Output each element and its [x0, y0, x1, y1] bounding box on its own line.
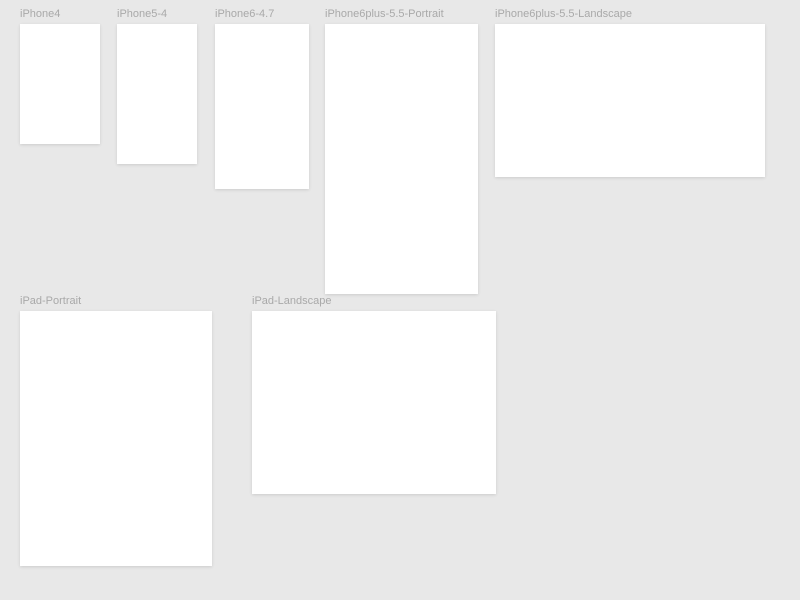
artboard-canvas[interactable] — [20, 24, 100, 144]
artboard-canvas[interactable] — [117, 24, 197, 164]
artboard-label: iPad-Portrait — [20, 295, 212, 307]
artboard-label: iPad-Landscape — [252, 295, 496, 307]
artboard-label: iPhone4 — [20, 8, 100, 20]
artboard-iphone6plus-55-portrait[interactable]: iPhone6plus-5.5-Portrait — [325, 8, 478, 294]
artboard-canvas[interactable] — [20, 311, 212, 566]
artboard-iphone6-47[interactable]: iPhone6-4.7 — [215, 8, 309, 189]
artboard-label: iPhone6-4.7 — [215, 8, 309, 20]
artboard-canvas[interactable] — [252, 311, 496, 494]
artboard-iphone5-4[interactable]: iPhone5-4 — [117, 8, 197, 164]
artboard-label: iPhone6plus-5.5-Portrait — [325, 8, 478, 20]
artboard-canvas[interactable] — [495, 24, 765, 177]
artboard-canvas[interactable] — [325, 24, 478, 294]
artboard-label: iPhone6plus-5.5-Landscape — [495, 8, 765, 20]
artboard-label: iPhone5-4 — [117, 8, 197, 20]
artboard-iphone6plus-55-landscape[interactable]: iPhone6plus-5.5-Landscape — [495, 8, 765, 177]
artboard-iphone4[interactable]: iPhone4 — [20, 8, 100, 144]
artboard-ipad-landscape[interactable]: iPad-Landscape — [252, 295, 496, 494]
artboard-ipad-portrait[interactable]: iPad-Portrait — [20, 295, 212, 566]
artboard-canvas[interactable] — [215, 24, 309, 189]
